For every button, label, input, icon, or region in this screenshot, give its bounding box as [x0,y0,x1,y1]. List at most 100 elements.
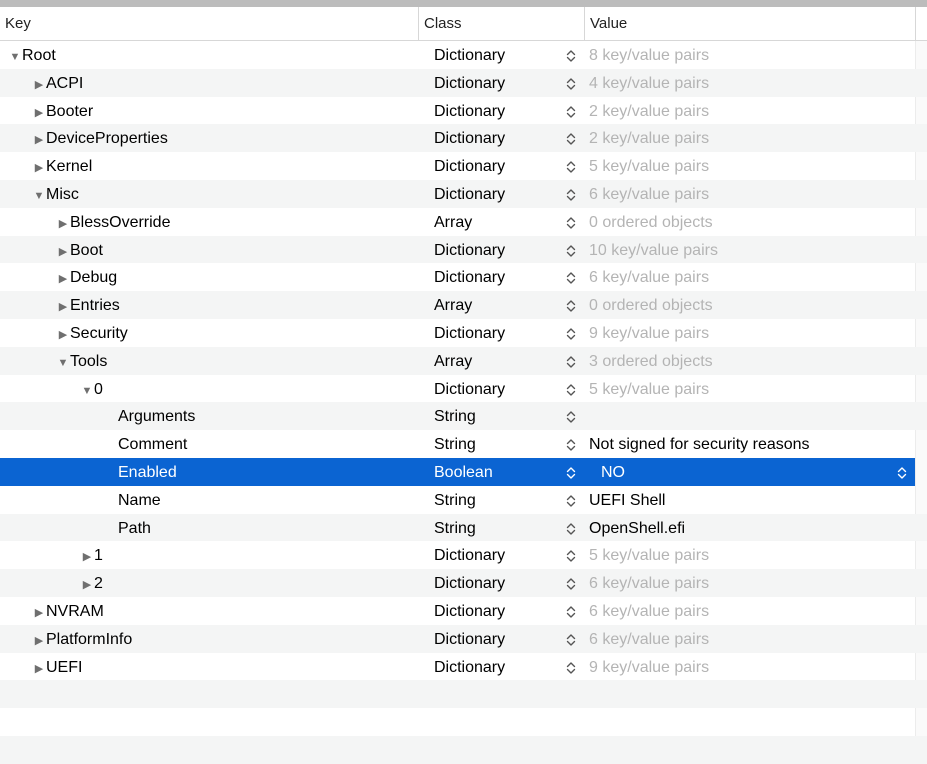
up-down-stepper-icon[interactable] [566,661,576,675]
key-cell[interactable]: ▶ PlatformInfo [32,625,133,656]
value-cell[interactable]: 0 ordered objects [589,291,713,319]
up-down-stepper-icon[interactable] [566,271,576,285]
up-down-stepper-icon[interactable] [566,605,576,619]
value-cell[interactable]: 5 key/value pairs [589,152,709,180]
outline-row-tools[interactable]: ▼Tools Array 3 ordered objects [0,346,927,378]
disclosure-triangle-right-icon[interactable]: ▶ [56,293,70,322]
disclosure-triangle-right-icon[interactable]: ▶ [32,627,46,656]
value-cell[interactable]: Not signed for security reasons [589,430,810,458]
value-cell[interactable]: 5 key/value pairs [589,541,709,569]
class-cell[interactable]: Dictionary [434,124,505,152]
class-cell[interactable]: Dictionary [434,69,505,97]
key-cell[interactable]: ▶ NVRAM [32,597,104,625]
key-cell[interactable]: Enabled [118,458,177,486]
outline-row-misc[interactable]: ▼Misc Dictionary 6 key/value pairs [0,179,927,208]
outline-row-boot[interactable]: ▶ Boot Dictionary 10 key/value pairs [0,235,927,264]
value-cell[interactable]: 6 key/value pairs [589,625,709,653]
key-cell[interactable]: ▶ 2 [80,569,103,597]
disclosure-triangle-right-icon[interactable]: ▶ [56,210,70,239]
value-cell[interactable]: 2 key/value pairs [589,97,709,125]
up-down-stepper-icon[interactable] [566,466,576,480]
class-cell[interactable]: String [434,514,476,542]
disclosure-triangle-down-icon[interactable]: ▼ [56,349,70,378]
value-cell[interactable]: 9 key/value pairs [589,653,709,681]
disclosure-triangle-right-icon[interactable]: ▶ [56,265,70,294]
class-cell[interactable]: Dictionary [434,541,505,569]
plist-outline-view[interactable]: ▼Root Dictionary 8 key/value pairs ▶ ACPI… [0,41,927,764]
outline-row-booter[interactable]: ▶ Booter Dictionary 2 key/value pairs [0,97,927,125]
key-cell[interactable]: ▶ BlessOverride [56,208,171,239]
value-cell[interactable]: 5 key/value pairs [589,375,709,403]
key-cell[interactable]: ▼Misc [32,180,79,208]
value-cell[interactable]: 6 key/value pairs [589,569,709,597]
up-down-stepper-icon[interactable] [566,383,576,397]
outline-row-debug[interactable]: ▶ Debug Dictionary 6 key/value pairs [0,263,927,291]
outline-row-0[interactable]: ▼0 Dictionary 5 key/value pairs [0,375,927,403]
class-cell[interactable]: Dictionary [434,375,505,403]
value-cell[interactable]: 9 key/value pairs [589,319,709,347]
class-cell[interactable]: Boolean [434,458,493,486]
up-down-stepper-icon[interactable] [566,327,576,341]
key-cell[interactable]: Path [118,514,151,542]
class-cell[interactable]: Dictionary [434,319,505,347]
value-cell[interactable]: UEFI Shell [589,486,665,514]
outline-row-name[interactable]: Name String UEFI Shell [0,486,927,514]
disclosure-triangle-right-icon[interactable]: ▶ [56,238,70,267]
up-down-stepper-icon[interactable] [566,410,576,424]
key-cell[interactable]: ▼0 [80,375,103,403]
up-down-stepper-icon[interactable] [566,549,576,563]
outline-row-entries[interactable]: ▶ Entries Array 0 ordered objects [0,291,927,319]
class-cell[interactable]: String [434,402,476,430]
disclosure-triangle-right-icon[interactable]: ▶ [80,571,94,600]
class-cell[interactable]: Dictionary [434,97,505,125]
up-down-stepper-icon[interactable] [566,77,576,91]
value-cell[interactable]: NO [601,458,625,486]
up-down-stepper-icon[interactable] [566,49,576,63]
value-cell[interactable]: 6 key/value pairs [589,263,709,291]
class-cell[interactable]: Dictionary [434,569,505,597]
key-cell[interactable]: ▶ ACPI [32,69,84,100]
value-popup-stepper-icon[interactable] [897,466,907,480]
outline-row-path[interactable]: Path String OpenShell.efi [0,513,927,542]
column-header-value[interactable]: Value [584,7,915,40]
up-down-stepper-icon[interactable] [566,244,576,258]
disclosure-triangle-down-icon[interactable]: ▼ [8,43,22,72]
value-cell[interactable]: 6 key/value pairs [589,180,709,208]
key-cell[interactable]: ▶ Booter [32,97,93,125]
disclosure-triangle-right-icon[interactable]: ▶ [80,543,94,572]
outline-row-enabled[interactable]: Enabled Boolean NO [0,457,915,486]
outline-row-uefi[interactable]: ▶ UEFI Dictionary 9 key/value pairs [0,653,927,681]
class-cell[interactable]: String [434,430,476,458]
up-down-stepper-icon[interactable] [566,132,576,146]
value-cell[interactable]: 10 key/value pairs [589,236,718,264]
outline-row-comment[interactable]: Comment String Not signed for security r… [0,430,927,458]
value-cell[interactable]: 6 key/value pairs [589,597,709,625]
key-cell[interactable]: ▶ Debug [56,263,117,291]
class-cell[interactable]: Dictionary [434,152,505,180]
up-down-stepper-icon[interactable] [566,577,576,591]
class-cell[interactable]: Dictionary [434,41,505,69]
disclosure-triangle-down-icon[interactable]: ▼ [32,182,46,211]
key-cell[interactable]: Arguments [118,402,195,430]
disclosure-triangle-right-icon[interactable]: ▶ [32,154,46,183]
outline-row-security[interactable]: ▶ Security Dictionary 9 key/value pairs [0,319,927,347]
outline-row-nvram[interactable]: ▶ NVRAM Dictionary 6 key/value pairs [0,597,927,625]
column-header-class[interactable]: Class [418,7,584,40]
outline-row-kernel[interactable]: ▶ Kernel Dictionary 5 key/value pairs [0,152,927,180]
outline-row-2[interactable]: ▶ 2 Dictionary 6 key/value pairs [0,569,927,597]
class-cell[interactable]: Dictionary [434,653,505,681]
up-down-stepper-icon[interactable] [566,160,576,174]
class-cell[interactable]: Array [434,347,472,375]
key-cell[interactable]: ▶ Boot [56,236,103,264]
disclosure-triangle-right-icon[interactable]: ▶ [56,321,70,350]
class-cell[interactable]: Array [434,291,472,319]
disclosure-triangle-right-icon[interactable]: ▶ [32,99,46,128]
key-cell[interactable]: Comment [118,430,187,458]
value-cell[interactable]: 4 key/value pairs [589,69,709,97]
outline-row-platforminfo[interactable]: ▶ PlatformInfo Dictionary 6 key/value pai… [0,624,927,656]
disclosure-triangle-right-icon[interactable]: ▶ [32,655,46,684]
disclosure-triangle-right-icon[interactable]: ▶ [32,71,46,100]
disclosure-triangle-down-icon[interactable]: ▼ [80,377,94,406]
up-down-stepper-icon[interactable] [566,494,576,508]
up-down-stepper-icon[interactable] [566,105,576,119]
